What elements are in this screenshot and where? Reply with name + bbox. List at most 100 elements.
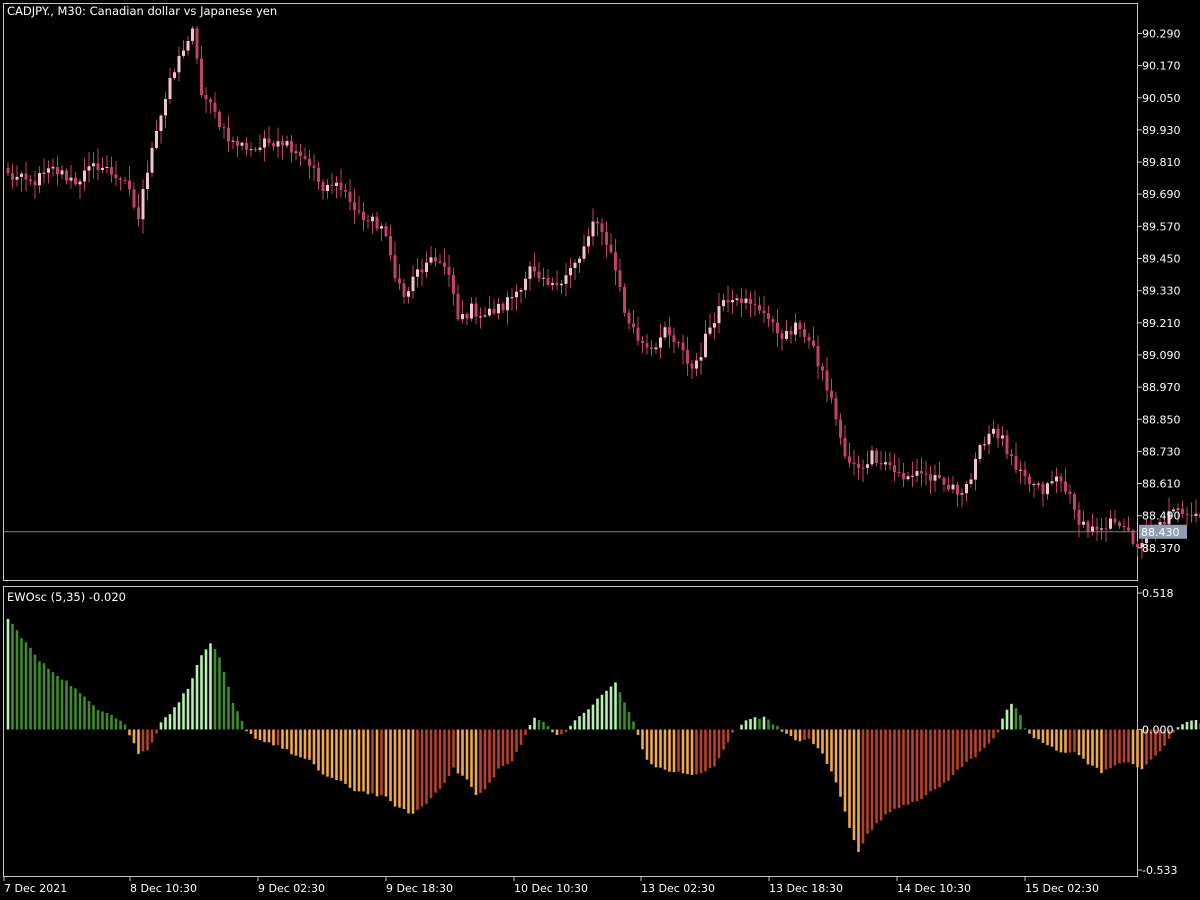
candle-body bbox=[1019, 469, 1022, 471]
candle-body bbox=[438, 261, 442, 263]
candle-body bbox=[744, 298, 748, 303]
candle-body bbox=[519, 290, 523, 292]
candle-body bbox=[992, 428, 995, 434]
candle-body bbox=[614, 252, 617, 271]
candle-body bbox=[366, 220, 370, 222]
candle-body bbox=[1073, 494, 1076, 510]
candle-body bbox=[501, 303, 505, 311]
chart-canvas[interactable]: 90.290 90.170 90.050 89.930 89.810 89.690 89.5… bbox=[0, 0, 1200, 900]
candle-body bbox=[411, 276, 415, 292]
price-tick-label: 88.370 bbox=[1142, 542, 1181, 555]
candle-body bbox=[267, 138, 271, 144]
price-tick-label: 89.330 bbox=[1142, 285, 1181, 298]
candle-body bbox=[1010, 454, 1013, 457]
candle-body bbox=[186, 41, 190, 51]
candle-body bbox=[195, 28, 199, 59]
candle-body bbox=[465, 313, 469, 319]
candle-body bbox=[906, 476, 910, 480]
candle-body bbox=[159, 115, 163, 132]
candle-body bbox=[119, 178, 122, 180]
candle-body bbox=[132, 189, 136, 208]
candle-body bbox=[456, 293, 460, 320]
candle-body bbox=[492, 308, 496, 314]
candle-body bbox=[650, 347, 653, 350]
candle-body bbox=[983, 444, 986, 446]
candle-body bbox=[371, 216, 374, 222]
candle-body bbox=[897, 471, 901, 473]
candle-body bbox=[1122, 526, 1126, 528]
price-tick-label: 89.930 bbox=[1142, 124, 1181, 137]
candle-body bbox=[627, 312, 631, 324]
candle-body bbox=[767, 313, 770, 320]
candle-body bbox=[969, 479, 973, 484]
candle-body bbox=[911, 475, 914, 477]
candle-body bbox=[605, 231, 608, 245]
candle-body bbox=[659, 337, 662, 348]
candle-body bbox=[402, 283, 406, 297]
candle-body bbox=[798, 322, 802, 330]
candle-body bbox=[227, 127, 230, 142]
price-tick-label: 90.290 bbox=[1142, 27, 1181, 40]
candle-body bbox=[681, 342, 685, 351]
candle-body bbox=[114, 174, 118, 179]
candle-body bbox=[578, 258, 581, 263]
candle-body bbox=[848, 456, 851, 463]
candle-body bbox=[1077, 509, 1081, 525]
candle-body bbox=[1059, 476, 1063, 482]
candle-body bbox=[150, 147, 154, 173]
candle-body bbox=[474, 303, 478, 317]
candle-body bbox=[1118, 522, 1121, 527]
candle-body bbox=[222, 127, 226, 129]
candle-body bbox=[137, 207, 140, 220]
candle-body bbox=[1014, 456, 1018, 470]
candle-body bbox=[528, 266, 532, 279]
candle-body bbox=[294, 151, 298, 153]
candle-body bbox=[389, 236, 392, 256]
price-chart-title: CADJPY., M30: Canadian dollar vs Japanes… bbox=[7, 4, 277, 18]
candle-body bbox=[425, 262, 428, 273]
candle-body bbox=[312, 165, 316, 168]
price-tick-label: 89.690 bbox=[1142, 188, 1181, 201]
candle-body bbox=[42, 172, 46, 174]
candle-body bbox=[33, 181, 37, 186]
candle-body bbox=[398, 278, 401, 284]
candle-body bbox=[870, 450, 874, 465]
candle-body bbox=[1037, 483, 1040, 485]
candle-body bbox=[902, 472, 905, 480]
candle-body bbox=[209, 99, 212, 103]
candle-body bbox=[285, 141, 289, 146]
candle-body bbox=[618, 270, 622, 287]
candle-body bbox=[654, 347, 658, 350]
candle-body bbox=[555, 283, 559, 286]
candle-body bbox=[573, 262, 577, 268]
candle-body bbox=[852, 462, 856, 464]
candle-body bbox=[326, 184, 329, 192]
candle-body bbox=[200, 58, 203, 95]
candle-body bbox=[758, 304, 761, 311]
candle-body bbox=[915, 471, 919, 476]
price-tick-label: 88.610 bbox=[1142, 478, 1181, 491]
candle-body bbox=[353, 202, 356, 211]
candle-body bbox=[29, 179, 32, 182]
candle-body bbox=[38, 173, 41, 186]
candle-body bbox=[254, 149, 257, 151]
candle-body bbox=[420, 269, 424, 273]
price-tick-label: 90.050 bbox=[1142, 92, 1181, 105]
candle-body bbox=[128, 180, 131, 190]
candle-body bbox=[56, 166, 59, 175]
candle-body bbox=[1104, 528, 1108, 530]
candle-body bbox=[515, 291, 518, 298]
candle-body bbox=[924, 473, 928, 475]
osc-tick-label: 0.518 bbox=[1142, 587, 1174, 600]
candle-body bbox=[1113, 518, 1117, 523]
candle-body bbox=[1041, 483, 1045, 495]
candle-body bbox=[344, 189, 347, 192]
candle-body bbox=[686, 350, 689, 364]
candle-body bbox=[776, 322, 779, 334]
candle-body bbox=[866, 464, 869, 468]
candle-body bbox=[884, 462, 887, 465]
candle-body bbox=[1082, 521, 1085, 525]
candle-body bbox=[735, 298, 739, 301]
candle-body bbox=[830, 390, 833, 399]
candle-body bbox=[546, 277, 550, 285]
